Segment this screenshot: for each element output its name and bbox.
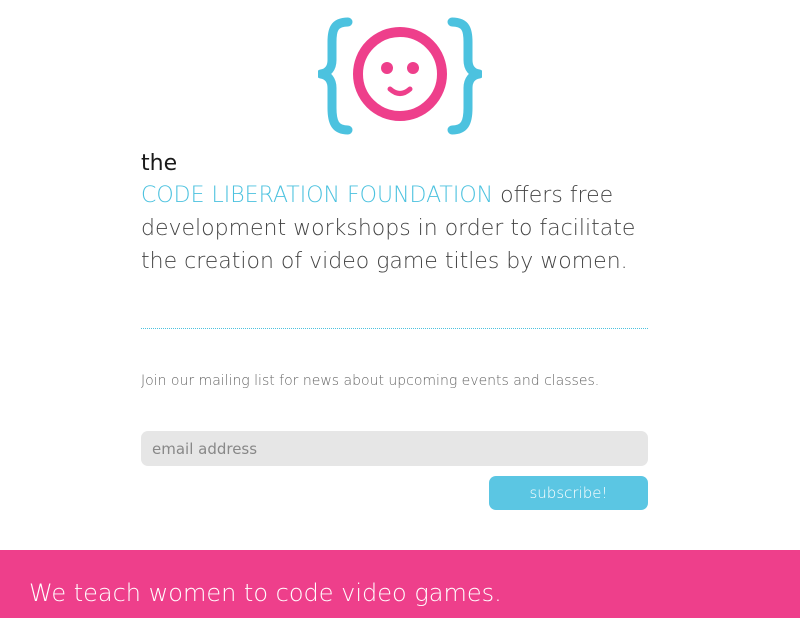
left-eye-icon: [381, 62, 393, 74]
page: the CODE LIBERATION FOUNDATION offers fr…: [0, 0, 800, 618]
foundation-name: CODE LIBERATION FOUNDATION: [141, 183, 494, 208]
intro-the: the: [141, 151, 178, 176]
right-eye-icon: [407, 62, 419, 74]
email-field[interactable]: [141, 431, 648, 466]
mailing-list-text: Join our mailing list for news about upc…: [141, 373, 600, 389]
dotted-divider: [141, 328, 648, 329]
intro-text: the CODE LIBERATION FOUNDATION offers fr…: [141, 151, 661, 278]
banner-text: We teach women to code video games.: [29, 579, 502, 607]
smiley-face-icon: [353, 27, 447, 121]
intro-statement: CODE LIBERATION FOUNDATION offers free d…: [141, 179, 661, 278]
smiley-braces-logo-icon: [318, 17, 482, 135]
smile-icon: [387, 86, 413, 96]
right-brace-icon: [447, 17, 482, 135]
left-brace-icon: [318, 17, 353, 135]
bottom-banner: We teach women to code video games.: [0, 550, 800, 618]
subscribe-button[interactable]: subscribe!: [489, 476, 648, 510]
